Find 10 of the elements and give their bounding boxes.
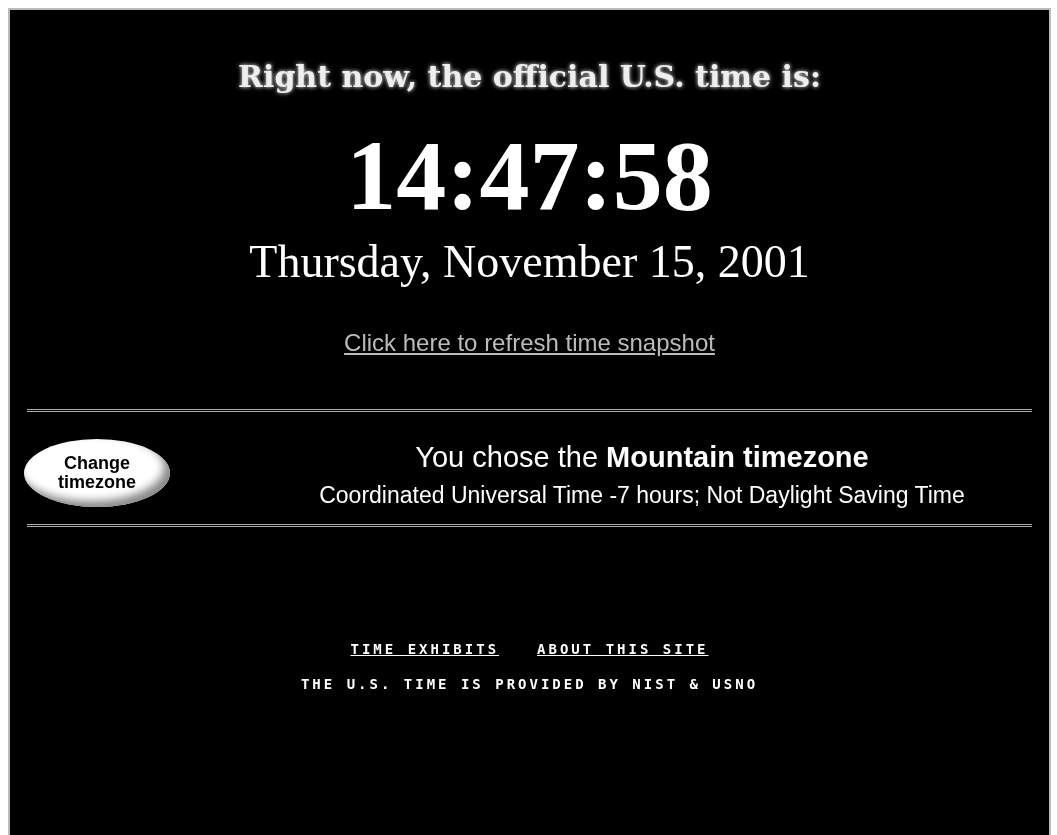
- heading: Right now, the official U.S. time is:: [238, 58, 821, 96]
- change-timezone-button[interactable]: Change timezone: [24, 438, 170, 507]
- timezone-title: You chose the Mountain timezone: [415, 440, 869, 475]
- clock-time: 14:47:58: [346, 121, 713, 231]
- timezone-detail: Coordinated Universal Time -7 hours; Not Daylight Saving Time: [318, 480, 966, 510]
- refresh-link[interactable]: Click here to refresh time snapshot: [344, 325, 715, 361]
- footer-note: THE U.S. TIME IS PROVIDED BY NIST & USNO: [300, 674, 759, 694]
- date: Thursday, November 15, 2001: [249, 235, 810, 289]
- footer-link[interactable]: TIME EXHIBITS: [350, 638, 500, 660]
- footer-link[interactable]: ABOUT THIS SITE: [537, 638, 709, 660]
